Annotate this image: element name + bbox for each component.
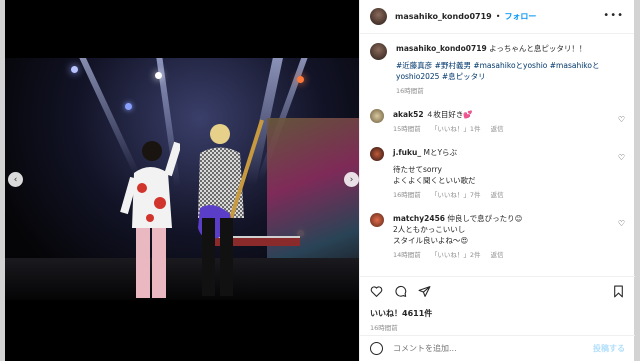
reply-button[interactable]: 返信 bbox=[491, 191, 504, 199]
stage-floor bbox=[5, 258, 359, 300]
stage-light-dot bbox=[297, 76, 304, 83]
comment-item: akak52 ４枚目好き💕 15時間前 「いいね！」1件 返信 ♡ bbox=[370, 109, 625, 135]
post-actions: いいね！4611件 16時間前 bbox=[360, 276, 635, 332]
stage-light-dot bbox=[155, 72, 162, 79]
likes-count[interactable]: いいね！4611件 bbox=[370, 308, 625, 319]
comment-text: MとYらぶ bbox=[423, 148, 458, 157]
comment-item: matchy2456 仲良しで息ぴったり😊 2人ともかっこいいし スタイル良いよ… bbox=[370, 213, 625, 261]
comment-username[interactable]: matchy2456 bbox=[393, 214, 445, 223]
comment-username[interactable]: akak52 bbox=[393, 110, 424, 119]
stage-light-dot bbox=[71, 66, 78, 73]
comment-time[interactable]: 14時間前 bbox=[393, 251, 421, 259]
more-options-icon[interactable]: ••• bbox=[603, 10, 624, 21]
comment-heart-icon[interactable]: ♡ bbox=[618, 115, 625, 124]
comment-text-line: よくよく聞くといい歌だ bbox=[393, 176, 476, 185]
post-modal: ‹ › masahiko_kondo0719 • フォロー ••• masahi… bbox=[5, 0, 635, 361]
post-media: ‹ › bbox=[5, 0, 359, 361]
heart-icon[interactable] bbox=[370, 285, 383, 298]
comment-likes[interactable]: 「いいね！」1件 bbox=[431, 125, 481, 133]
stage-screen bbox=[267, 118, 359, 278]
reply-button[interactable]: 返信 bbox=[491, 125, 504, 133]
separator-dot: • bbox=[495, 12, 501, 21]
avatar[interactable] bbox=[370, 8, 387, 25]
comment-heart-icon[interactable]: ♡ bbox=[618, 219, 625, 228]
next-image-button[interactable]: › bbox=[344, 172, 359, 187]
post-time[interactable]: 16時間前 bbox=[370, 322, 625, 332]
bookmark-icon[interactable] bbox=[612, 285, 625, 298]
comment-heart-icon[interactable]: ♡ bbox=[618, 153, 625, 162]
comment-time[interactable]: 15時間前 bbox=[393, 125, 421, 133]
avatar[interactable] bbox=[370, 147, 384, 161]
caption-time[interactable]: 16時間前 bbox=[396, 87, 424, 95]
chevron-right-icon: › bbox=[349, 174, 354, 185]
comment-input[interactable] bbox=[393, 344, 573, 353]
concert-photo bbox=[5, 58, 359, 300]
share-icon[interactable] bbox=[418, 285, 431, 298]
comment-time[interactable]: 16時間前 bbox=[393, 191, 421, 199]
previous-image-button[interactable]: ‹ bbox=[8, 172, 23, 187]
chevron-left-icon: ‹ bbox=[13, 174, 18, 185]
post-username[interactable]: masahiko_kondo0719 bbox=[395, 12, 492, 21]
comment-icon[interactable] bbox=[394, 285, 407, 298]
comment-text-line: スタイル良いよね～😍 bbox=[393, 236, 469, 245]
comment-likes[interactable]: 「いいね！」7件 bbox=[431, 191, 481, 199]
follow-button[interactable]: フォロー bbox=[504, 11, 536, 22]
post-header: masahiko_kondo0719 • フォロー ••• bbox=[360, 0, 634, 34]
comment-item: j.fuku_ MとYらぶ 待たせてsorry よくよく聞くといい歌だ 16時間… bbox=[370, 147, 625, 201]
comments-list[interactable]: masahiko_kondo0719 よっちゃんと息ピッタリ！！ #近藤真彦 #… bbox=[360, 35, 635, 275]
avatar[interactable] bbox=[370, 213, 384, 227]
post-comment-button[interactable]: 投稿する bbox=[593, 343, 625, 354]
emoji-icon[interactable] bbox=[370, 342, 383, 355]
comment-text-line: 待たせてsorry bbox=[393, 165, 442, 174]
avatar[interactable] bbox=[370, 109, 384, 123]
comment-text-line: 2人ともかっこいいし bbox=[393, 225, 466, 234]
singer-figure bbox=[120, 141, 180, 298]
comment-composer: 投稿する bbox=[360, 335, 635, 361]
guitarist-figure bbox=[198, 119, 264, 296]
caption: masahiko_kondo0719 よっちゃんと息ピッタリ！！ #近藤真彦 #… bbox=[370, 43, 625, 97]
caption-hashtags[interactable]: #近藤真彦 #野村義男 #masahikoとyoshio #masahikoと … bbox=[396, 60, 611, 82]
comment-text: ４枚目好き💕 bbox=[425, 110, 473, 119]
post-side-panel: masahiko_kondo0719 • フォロー ••• masahiko_k… bbox=[359, 0, 635, 361]
comment-text: 仲良しで息ぴったり😊 bbox=[447, 214, 523, 223]
stage-light-dot bbox=[125, 103, 132, 110]
reply-button[interactable]: 返信 bbox=[491, 251, 504, 259]
caption-text: よっちゃんと息ピッタリ！！ bbox=[489, 44, 587, 53]
avatar[interactable] bbox=[370, 43, 387, 60]
comment-likes[interactable]: 「いいね！」2件 bbox=[431, 251, 481, 259]
caption-username[interactable]: masahiko_kondo0719 bbox=[396, 44, 487, 53]
comment-username[interactable]: j.fuku_ bbox=[393, 148, 421, 157]
